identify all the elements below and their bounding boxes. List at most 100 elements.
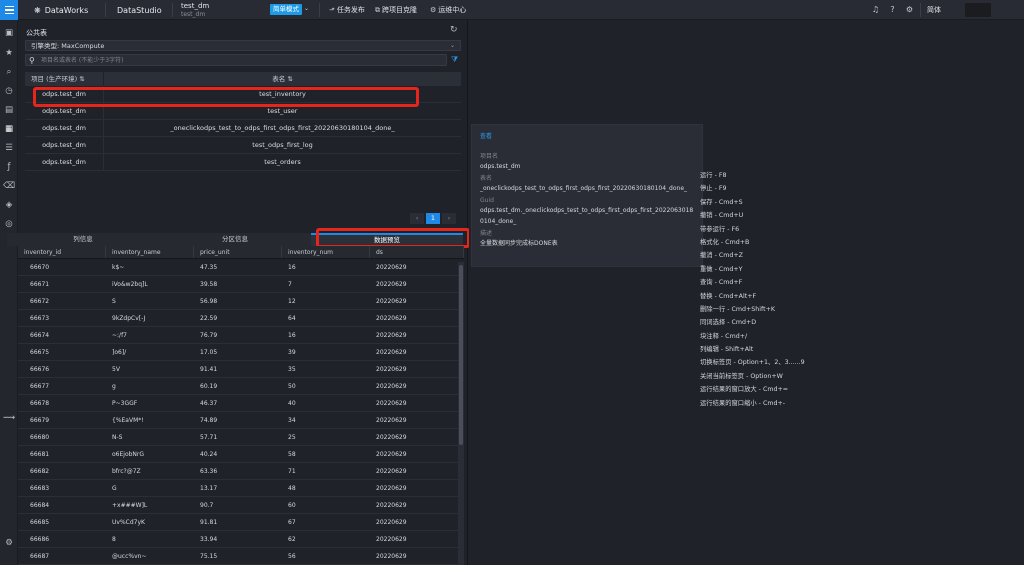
help-icon[interactable]: ? [887,4,898,15]
table-row[interactable]: odps.test_dm test_odps_first_log [25,137,461,154]
cell-price-unit: 76.79 [200,332,218,339]
cell-ds: 20220629 [376,332,407,339]
cell-inventory-num: 64 [288,315,296,322]
settings-icon[interactable]: ⚙ [3,537,15,549]
table-row[interactable]: 66672 S 56.98 12 20220629 [18,293,464,310]
tab-columns[interactable]: 列信息 [7,233,159,246]
function-icon[interactable]: ƒ [3,161,15,173]
cell-ds: 20220629 [376,315,407,322]
sort-icon: ⇅ [79,75,85,83]
cell-inventory-num: 40 [288,400,296,407]
bell-icon[interactable]: ♫ [870,4,881,15]
table-row[interactable]: 66675]o6]/ 17.05 39 20220629 [18,344,464,361]
divider [172,3,173,17]
history-icon[interactable]: ◷ [3,85,15,97]
table-row[interactable]: 66687 @ucc%vn~ 75.15 56 20220629 [18,548,464,565]
cell-inventory-num: 71 [288,468,296,475]
folder-icon[interactable]: ▣ [3,27,15,39]
prev-page-button[interactable]: ‹ [410,213,424,224]
table-row[interactable]: 66682 bfrc?@7Z 63.36 71 20220629 [18,463,464,480]
cell-project: odps.test_dm [25,154,104,170]
table-row[interactable]: 66677 g 60.19 50 20220629 [18,378,464,395]
cell-price-unit: 33.94 [200,536,218,543]
menu-icon[interactable] [0,0,18,20]
table-row[interactable]: 66680 N-S 57.71 25 20220629 [18,429,464,446]
filter-icon[interactable]: ⧩ [451,55,458,65]
star-icon[interactable]: ★ [3,47,15,59]
table-row[interactable]: 66679 {%EaVM*! 74.89 34 20220629 [18,412,464,429]
shortcut-item: 格式化 - Cmd+B [700,238,750,246]
table-row[interactable]: 66683 G 13.17 48 20220629 [18,480,464,497]
cell-inventory-num: 48 [288,485,296,492]
shortcut-item: 切换标签页 - Option+1、2、3......9 [700,359,805,367]
nav-publish[interactable]: ⬏ 任务发布 [329,0,365,20]
workspace-name[interactable]: test_dm [181,2,209,11]
workflow-icon[interactable]: ⟿ [3,412,15,424]
cell-inventory-num: 35 [288,366,296,373]
engine-type-value: 引擎类型: MaxCompute [31,42,105,50]
cell-inventory-id: 66670 [30,264,50,271]
search-icon[interactable]: ⌕ [3,66,15,78]
cell-price-unit: 75.15 [200,553,218,560]
cell-price-unit: 57.71 [200,434,218,441]
briefcase-icon[interactable]: ▤ [3,104,15,116]
table-row[interactable]: 66673 9kZdpCv[-J 22.59 64 20220629 [18,310,464,327]
cell-price-unit: 74.89 [200,417,218,424]
divider [920,3,921,17]
user-avatar[interactable] [965,3,991,17]
cell-ds: 20220629 [376,519,407,526]
cell-price-unit: 40.24 [200,451,218,458]
header-project[interactable]: 项目 (生产环境) ⇅ [25,72,104,86]
language-switch[interactable]: 简体 [927,0,941,20]
clone-icon: ⧉ [375,5,380,14]
engine-type-select[interactable]: 引擎类型: MaxCompute ⌄ [25,40,461,51]
refresh-icon[interactable]: ↻ [450,25,458,35]
table-row[interactable]: 66670 k$~ 47.35 16 20220629 [18,259,464,276]
table-row[interactable]: 66686 8 33.94 62 20220629 [18,531,464,548]
cell-inventory-num: 12 [288,298,296,305]
table-row[interactable]: 66685 Uv%Cd7yK 91.81 67 20220629 [18,514,464,531]
nav-clone[interactable]: ⧉ 跨项目克隆 [375,0,417,20]
table-row[interactable]: odps.test_dm _oneclickodps_test_to_odps_… [25,120,461,137]
search-box[interactable]: ⚲ [25,54,447,66]
cell-inventory-num: 39 [288,349,296,356]
table-row[interactable]: 66671 iVo&w2bq]L 39.58 7 20220629 [18,276,464,293]
next-page-button[interactable]: › [442,213,456,224]
product-name[interactable]: DataStudio [117,0,162,20]
table-row[interactable]: 66681 o6EjobNrG 40.24 58 20220629 [18,446,464,463]
chevron-down-icon[interactable]: ⌄ [304,5,309,12]
cell-inventory-name: bfrc?@7Z [112,468,141,475]
table-row[interactable]: odps.test_dm test_orders [25,154,461,171]
page-1-button[interactable]: 1 [426,213,440,224]
trash-icon[interactable]: ⌫ [3,180,15,192]
cell-ds: 20220629 [376,536,407,543]
table-row[interactable]: 66674 ~:/f7 76.79 16 20220629 [18,327,464,344]
tab-partitions[interactable]: 分区信息 [159,233,311,246]
cell-inventory-name: N-S [112,434,123,441]
shortcut-item: 关闭当前标签页 - Option+W [700,372,783,380]
brand-logo[interactable]: ❋ DataWorks [34,0,88,20]
preview-scrollbar-thumb[interactable] [459,265,463,445]
popover-title[interactable]: 查看 [480,131,694,140]
shortcut-item: 运行 - F8 [700,172,727,179]
shortcut-item: 撤销 - Cmd+U [700,212,744,220]
shortcut-item: 撤消 - Cmd+Z [700,252,743,260]
nav-label: 跨项目克隆 [382,6,417,14]
component-icon[interactable]: ◎ [3,218,15,230]
cell-inventory-id: 66683 [30,485,50,492]
settings-icon[interactable]: ⚙ [904,4,915,15]
nav-ops[interactable]: ⚙ 运维中心 [430,0,466,20]
mode-badge[interactable]: 简单模式 [270,4,302,15]
list-icon[interactable]: ☰ [3,142,15,154]
cell-inventory-num: 50 [288,383,296,390]
table-row[interactable]: 66676 5V 91.41 35 20220629 [18,361,464,378]
table-icon[interactable]: ▦ [3,123,15,135]
shield-icon[interactable]: ◈ [3,199,15,211]
table-row[interactable]: 66684 +x###W]L 90.7 60 20220629 [18,497,464,514]
cell-inventory-name: 8 [112,536,116,543]
search-input[interactable] [41,56,431,65]
cell-inventory-num: 16 [288,332,296,339]
header-table-name[interactable]: 表名 ⇅ [104,72,461,86]
shortcut-item: 重做 - Cmd+Y [700,265,743,273]
table-row[interactable]: 66678 P~3GGF 46.37 40 20220629 [18,395,464,412]
